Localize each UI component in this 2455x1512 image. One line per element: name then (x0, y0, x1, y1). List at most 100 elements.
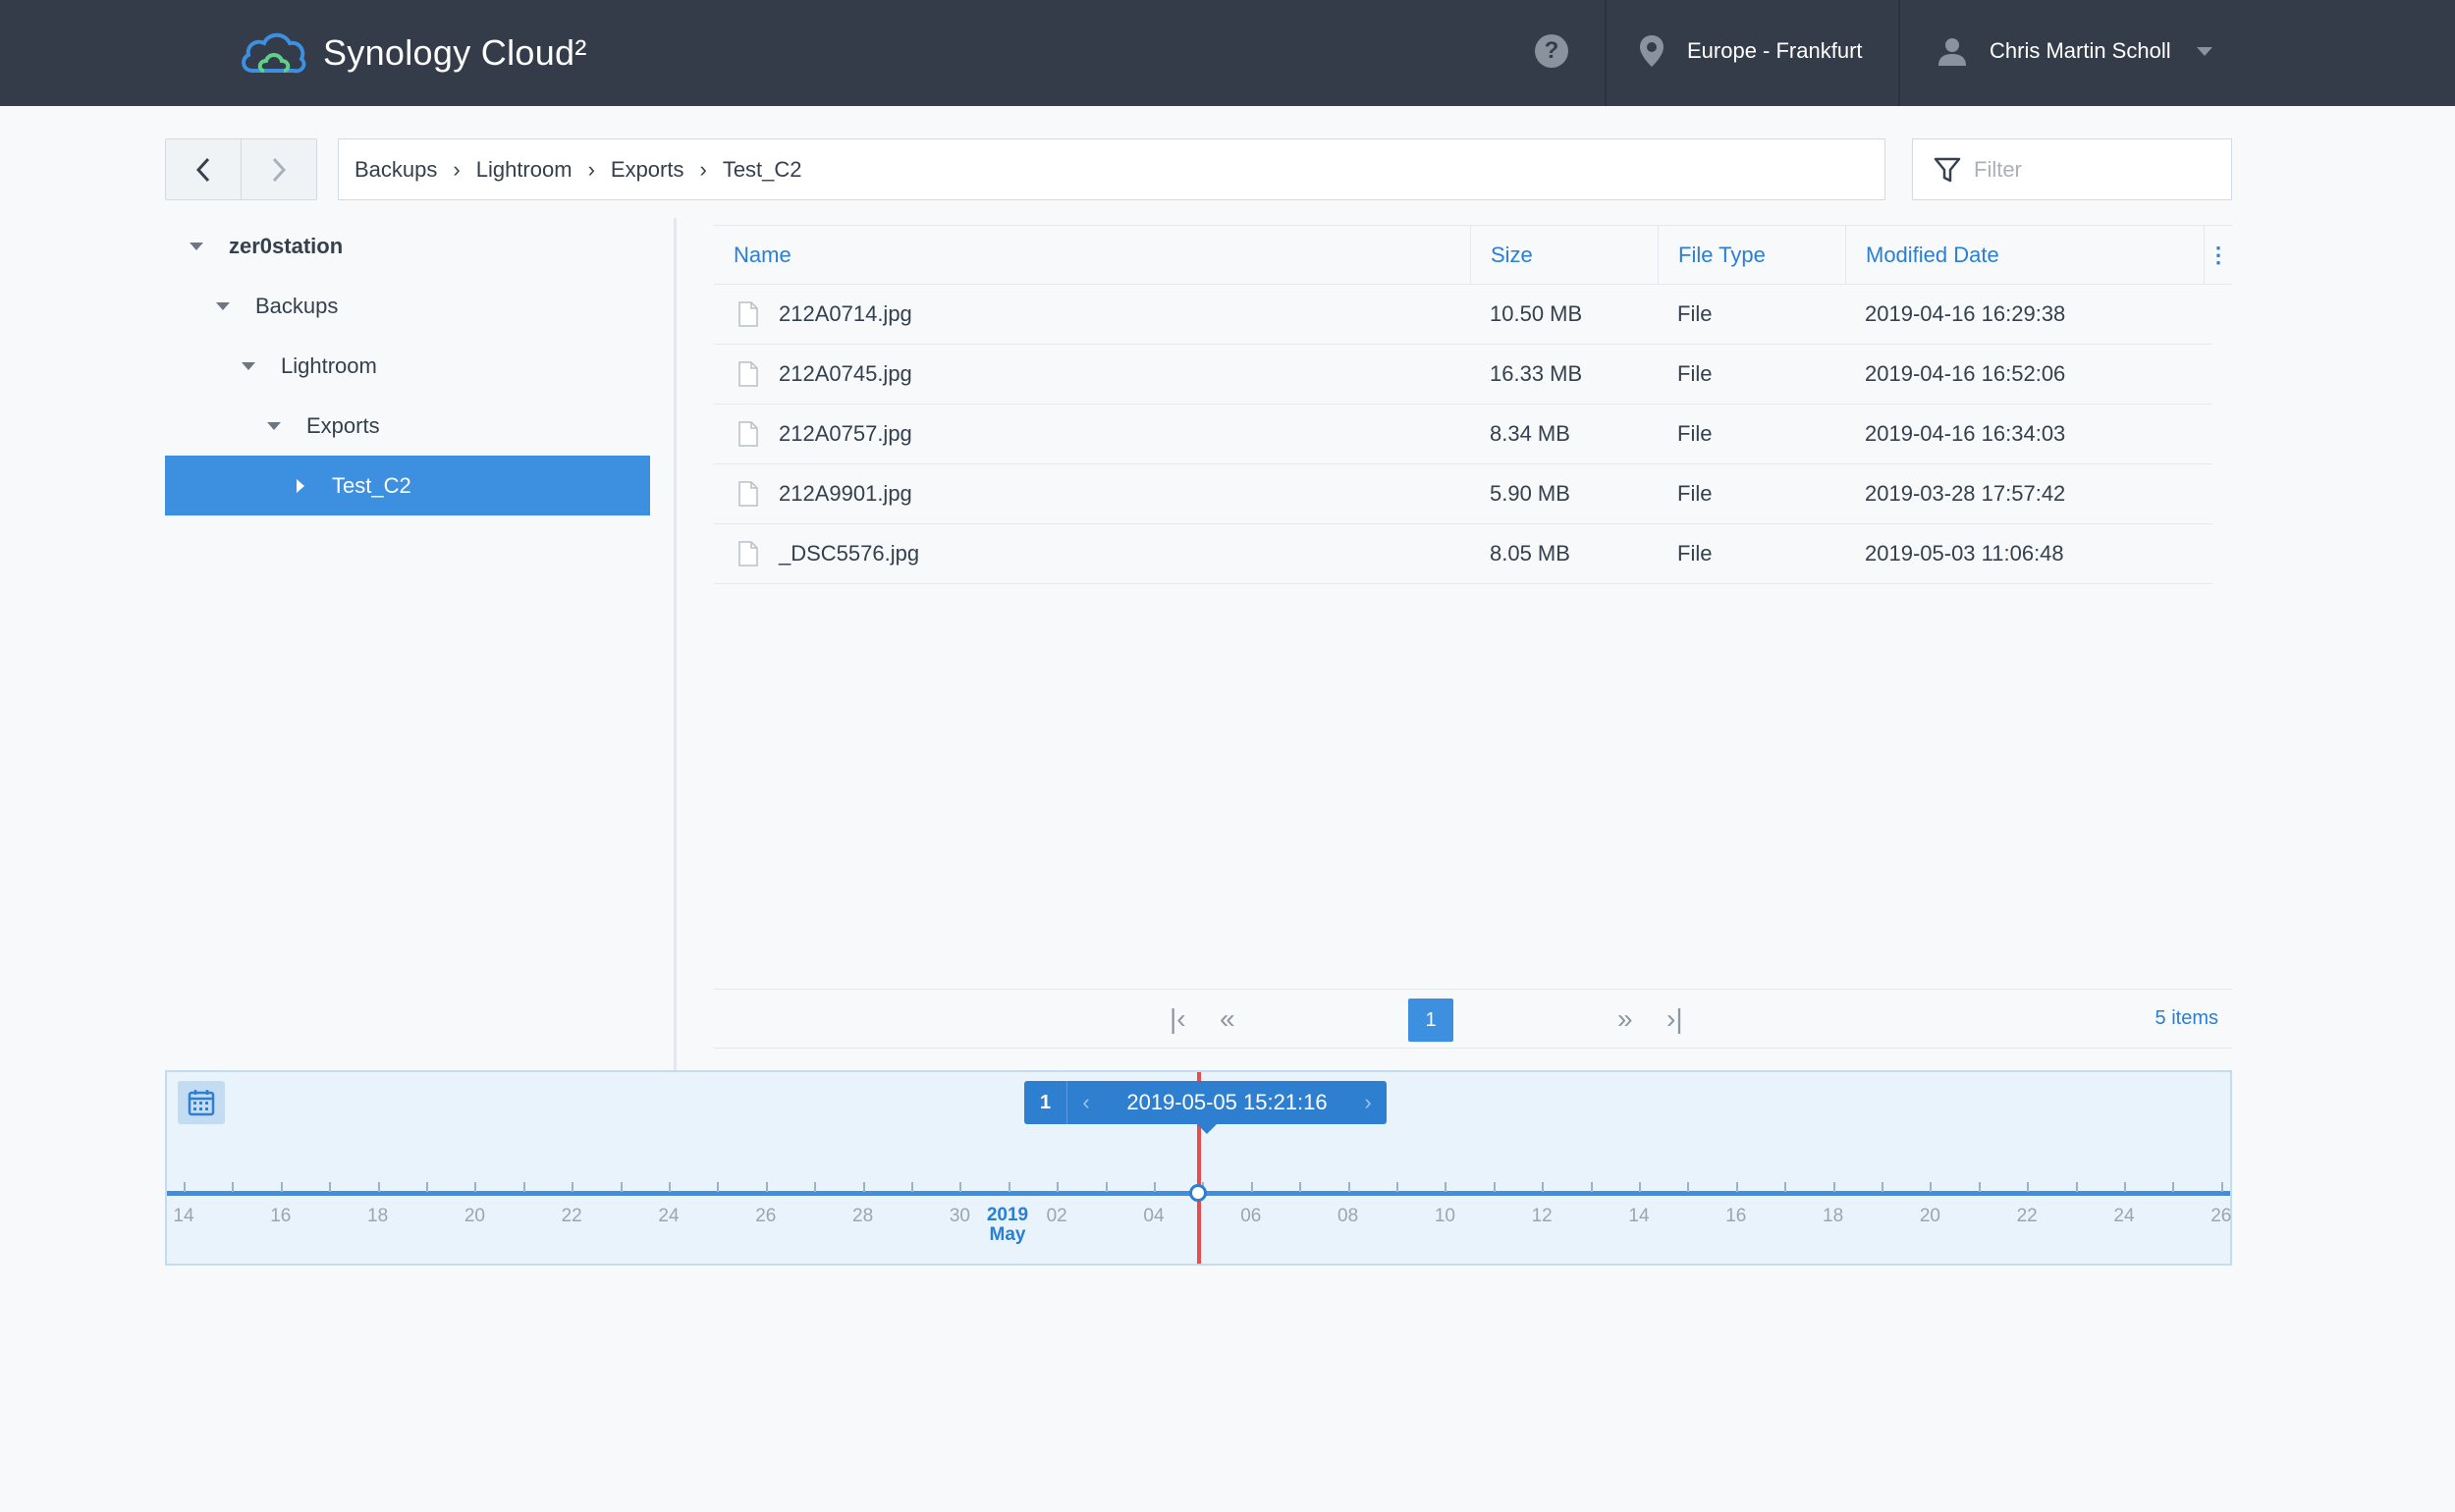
timeline-day-label: 04 (1143, 1206, 1165, 1226)
cell-size: 8.05 MB (1490, 541, 1570, 566)
file-table: Name Size File Type Modified Date ⋮ 212A… (714, 225, 2232, 584)
timeline-tick (862, 1182, 865, 1192)
next-page-icon[interactable]: » (1617, 1003, 1633, 1035)
timeline-month-label: 2019 May (987, 1206, 1028, 1245)
table-row[interactable]: 212A0757.jpg 8.34 MB File 2019-04-16 16:… (714, 405, 2212, 464)
first-page-icon[interactable]: |‹ (1170, 1003, 1186, 1035)
timeline-tick (280, 1182, 283, 1192)
location-pin-icon (1640, 35, 1664, 67)
breadcrumb-item[interactable]: Lightroom (476, 157, 573, 183)
tree-item-label: Backups (255, 293, 339, 318)
cell-date: 2019-05-03 11:06:48 (1865, 541, 2064, 566)
history-nav (165, 138, 317, 200)
table-row[interactable]: _DSC5576.jpg 8.05 MB File 2019-05-03 11:… (714, 524, 2212, 584)
file-icon (738, 361, 758, 387)
cell-name: 212A0714.jpg (714, 301, 1470, 327)
timeline-tick (2124, 1182, 2126, 1192)
column-header-name[interactable]: Name (714, 225, 1470, 285)
cell-name: _DSC5576.jpg (714, 541, 1470, 567)
column-options-icon[interactable]: ⋮ (2204, 225, 2232, 285)
column-header-modified-date[interactable]: Modified Date (1845, 225, 2204, 285)
timeline-tick (1542, 1182, 1545, 1192)
timeline-tick (1347, 1182, 1350, 1192)
last-page-icon[interactable]: ›| (1666, 1003, 1683, 1035)
timeline-tick (669, 1182, 671, 1192)
caret-down-icon[interactable] (242, 361, 255, 370)
tree-item-test-c2[interactable]: Test_C2 (165, 456, 650, 515)
tree-item-backups[interactable]: Backups (165, 276, 650, 336)
breadcrumb-item[interactable]: Test_C2 (723, 157, 802, 183)
version-selector: 1 ‹ 2019-05-05 15:21:16 › (1024, 1081, 1387, 1124)
cell-size: 16.33 MB (1490, 361, 1583, 386)
table-row[interactable]: 212A0714.jpg 10.50 MB File 2019-04-16 16… (714, 285, 2212, 345)
current-page-button[interactable]: 1 (1408, 999, 1453, 1042)
file-icon (738, 421, 758, 447)
cell-type: File (1677, 301, 1713, 326)
timeline-day-label: 06 (1240, 1206, 1262, 1226)
tree-item-label: Exports (306, 412, 380, 438)
cell-date: 2019-03-28 17:57:42 (1865, 481, 2066, 506)
cell-date: 2019-04-16 16:34:03 (1865, 421, 2066, 446)
table-row[interactable]: 212A9901.jpg 5.90 MB File 2019-03-28 17:… (714, 464, 2212, 524)
file-icon (738, 481, 758, 507)
file-name: 212A0757.jpg (779, 421, 912, 446)
user-name: Chris Martin Scholl (1990, 38, 2171, 63)
timeline-day-label: 16 (1725, 1206, 1747, 1226)
tree-item-exports[interactable]: Exports (165, 396, 650, 456)
column-header-file-type[interactable]: File Type (1658, 225, 1845, 285)
user-menu[interactable]: Chris Martin Scholl (1937, 29, 2212, 73)
top-bar: Synology Cloud² ? Europe - Frankfurt Chr… (0, 0, 2455, 106)
cell-type: File (1677, 541, 1713, 566)
previous-page-icon[interactable]: « (1220, 1003, 1235, 1035)
timeline-day-label: 22 (2016, 1206, 2038, 1226)
forward-button[interactable] (241, 139, 316, 199)
file-name: 212A0745.jpg (779, 361, 912, 386)
back-button[interactable] (166, 139, 241, 199)
folder-tree: zer0station Backups Lightroom Exports Te… (165, 216, 650, 515)
timeline-tick (717, 1182, 720, 1192)
timeline-day-label: 12 (1531, 1206, 1553, 1226)
breadcrumb-item[interactable]: Backups (355, 157, 437, 183)
chevron-right-icon (272, 157, 287, 182)
table-row[interactable]: 212A0745.jpg 16.33 MB File 2019-04-16 16… (714, 345, 2212, 405)
tree-item-label: Test_C2 (332, 472, 411, 498)
timeline-tick (1687, 1182, 1690, 1192)
region-label: Europe - Frankfurt (1687, 38, 1863, 63)
chevron-left-icon (195, 157, 210, 182)
filter-input[interactable] (1974, 156, 2219, 183)
timeline-tick (329, 1182, 332, 1192)
caret-right-icon[interactable] (297, 478, 304, 493)
file-name: 212A0714.jpg (779, 301, 912, 326)
timeline-tick (1299, 1182, 1302, 1192)
cell-size: 5.90 MB (1490, 481, 1570, 506)
version-count: 1 (1024, 1081, 1067, 1124)
column-header-size[interactable]: Size (1470, 225, 1658, 285)
filter-icon (1934, 157, 1961, 182)
caret-down-icon[interactable] (190, 242, 203, 250)
tree-item-zer0station[interactable]: zer0station (165, 216, 650, 276)
calendar-button[interactable] (178, 1081, 225, 1124)
timeline-day-label: 20 (1919, 1206, 1940, 1226)
timeline-knob[interactable] (1189, 1184, 1207, 1202)
next-version-icon[interactable]: › (1349, 1090, 1387, 1115)
timeline-tick (620, 1182, 623, 1192)
calendar-icon (188, 1090, 215, 1116)
region-selector[interactable]: Europe - Frankfurt (1638, 29, 1863, 73)
previous-version-icon[interactable]: ‹ (1067, 1090, 1105, 1115)
timeline-tick (232, 1182, 235, 1192)
help-icon[interactable]: ? (1535, 34, 1568, 68)
timeline-tick (1930, 1182, 1933, 1192)
tree-item-label: zer0station (229, 233, 344, 258)
breadcrumb-item[interactable]: Exports (611, 157, 684, 183)
caret-down-icon[interactable] (216, 301, 230, 310)
version-timeline[interactable]: 14 16 18 20 22 24 26 28 30 02 04 06 08 10 12 14 16 18 20 22… (165, 1070, 2232, 1266)
timeline-tick (1008, 1182, 1010, 1192)
timeline-tick (1590, 1182, 1593, 1192)
timeline-tick (959, 1182, 962, 1192)
chevron-right-icon: › (587, 156, 595, 182)
timeline-day-label: 26 (755, 1206, 777, 1226)
panel-divider[interactable] (674, 218, 677, 1070)
caret-down-icon[interactable] (267, 421, 281, 430)
tree-item-lightroom[interactable]: Lightroom (165, 336, 650, 396)
app-logo: Synology Cloud² (239, 24, 587, 82)
